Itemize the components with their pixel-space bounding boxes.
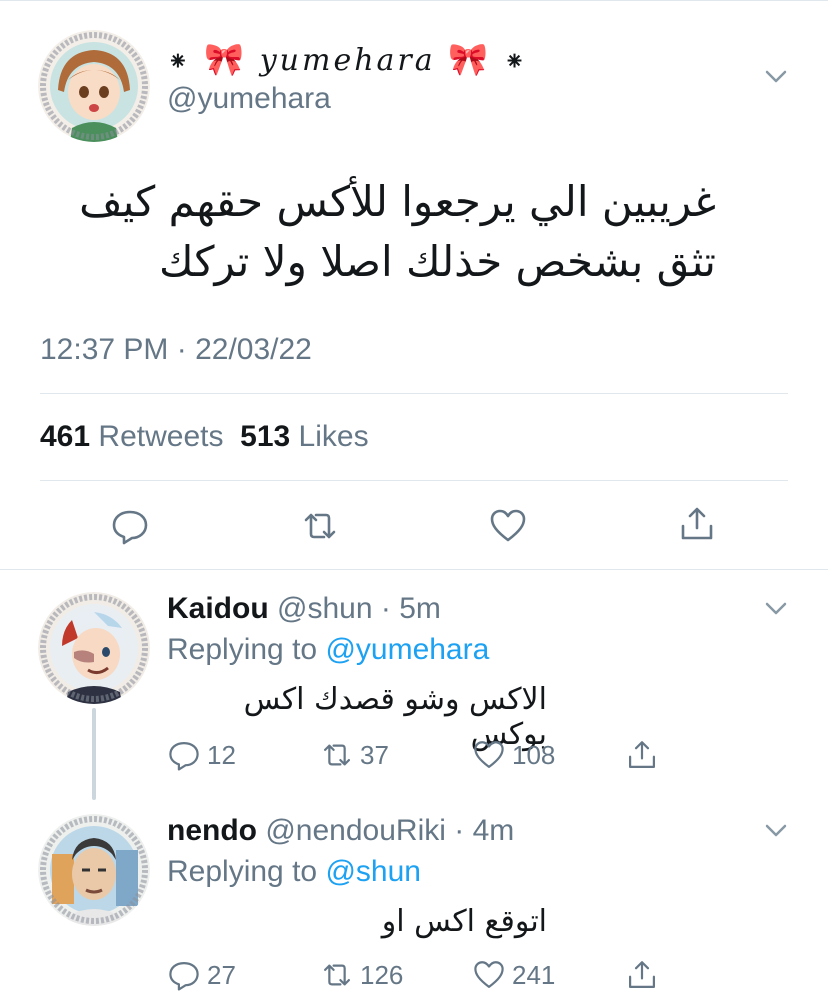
- retweet-action[interactable]: 37: [320, 738, 389, 772]
- retweets-count[interactable]: 461: [40, 420, 90, 453]
- dot-separator: ·: [372, 592, 400, 625]
- share-icon: [628, 961, 656, 989]
- display-name[interactable]: nendo: [167, 814, 257, 847]
- like-icon: [474, 741, 504, 769]
- bow-emoji-right: 🎀: [448, 40, 492, 78]
- display-name[interactable]: ⁕ 🎀 yumehara 🎀 ⁕: [167, 40, 528, 78]
- reply-icon: [169, 741, 199, 771]
- handle[interactable]: @yumehara: [167, 82, 331, 116]
- reply-icon: [169, 961, 199, 991]
- relative-time[interactable]: 4m: [473, 814, 515, 847]
- reply-text: اتوقع اكس او: [381, 904, 547, 939]
- like-count: 241: [512, 959, 556, 990]
- retweet-action[interactable]: 126: [320, 958, 403, 992]
- like-action[interactable]: 108: [472, 738, 555, 772]
- retweet-count: 37: [360, 739, 389, 770]
- handle[interactable]: @nendouRiki: [265, 814, 446, 847]
- tweet-timestamp[interactable]: 12:37 PM · 22/03/22: [40, 333, 312, 367]
- like-action[interactable]: 241: [472, 958, 555, 992]
- chevron-down-icon[interactable]: [765, 70, 787, 84]
- retweets-label[interactable]: Retweets: [98, 420, 223, 453]
- replying-to: Replying to @shun: [167, 855, 421, 889]
- like-icon[interactable]: [488, 506, 528, 546]
- retweet-count: 126: [360, 959, 404, 990]
- avatar-image: [38, 30, 150, 142]
- decor-asterisk-right: ⁕: [503, 47, 529, 77]
- reply-tweet[interactable]: nendo @nendouRiki · 4m Replying to @shun…: [0, 800, 828, 1003]
- share-icon[interactable]: [677, 504, 717, 544]
- avatar-yumehara[interactable]: [38, 30, 150, 142]
- tweet-text: غريبين الي يرجعوا للأكس حقهم كيف تثق بشخ…: [79, 177, 716, 286]
- like-count: 108: [512, 739, 556, 770]
- replying-mention[interactable]: @yumehara: [325, 633, 489, 666]
- retweet-icon: [323, 964, 351, 986]
- replying-to: Replying to @yumehara: [167, 633, 489, 667]
- handle[interactable]: @shun: [277, 592, 373, 625]
- like-icon: [474, 961, 504, 989]
- likes-count[interactable]: 513: [240, 420, 290, 453]
- chevron-down-icon[interactable]: [765, 824, 787, 838]
- dot-separator: ·: [445, 814, 473, 847]
- avatar-nendo[interactable]: [38, 814, 150, 926]
- display-name[interactable]: Kaidou: [167, 592, 269, 625]
- divider: [40, 393, 788, 394]
- retweet-icon: [323, 744, 351, 766]
- reply-count: 12: [207, 739, 236, 770]
- reply-actions: 27 126 241: [0, 958, 828, 998]
- replying-prefix: Replying to: [167, 855, 318, 888]
- avatar-kaidou[interactable]: [38, 592, 150, 704]
- share-icon: [628, 741, 656, 769]
- reply-action[interactable]: 27: [167, 958, 236, 992]
- reply-count: 27: [207, 959, 236, 990]
- reply-action[interactable]: 12: [167, 738, 236, 772]
- tweet-stats: 461 Retweets 513 Likes: [40, 420, 369, 454]
- tweet-actions: [0, 500, 828, 550]
- share-action[interactable]: [625, 958, 659, 992]
- retweet-icon[interactable]: [300, 506, 340, 546]
- avatar-image: [38, 814, 150, 926]
- main-tweet[interactable]: ⁕ 🎀 yumehara 🎀 ⁕ @yumehara غريبين الي ير…: [0, 0, 828, 569]
- reply-tweet[interactable]: Kaidou @shun · 5m Replying to @yumehara …: [0, 570, 828, 800]
- likes-label[interactable]: Likes: [299, 420, 369, 453]
- relative-time[interactable]: 5m: [399, 592, 441, 625]
- chevron-down-icon[interactable]: [765, 602, 787, 616]
- reply-header: nendo @nendouRiki · 4m: [167, 814, 514, 848]
- replying-prefix: Replying to: [167, 633, 318, 666]
- display-name-text: yumehara: [259, 43, 436, 78]
- reply-header: Kaidou @shun · 5m: [167, 592, 441, 626]
- decor-asterisk-left: ⁕: [167, 47, 192, 77]
- bow-emoji-left: 🎀: [204, 40, 248, 78]
- avatar-image: [38, 592, 150, 704]
- divider: [40, 480, 788, 481]
- reply-icon[interactable]: [110, 506, 150, 546]
- replying-mention[interactable]: @shun: [325, 855, 421, 888]
- reply-actions: 12 37 108: [0, 738, 828, 778]
- share-action[interactable]: [625, 738, 659, 772]
